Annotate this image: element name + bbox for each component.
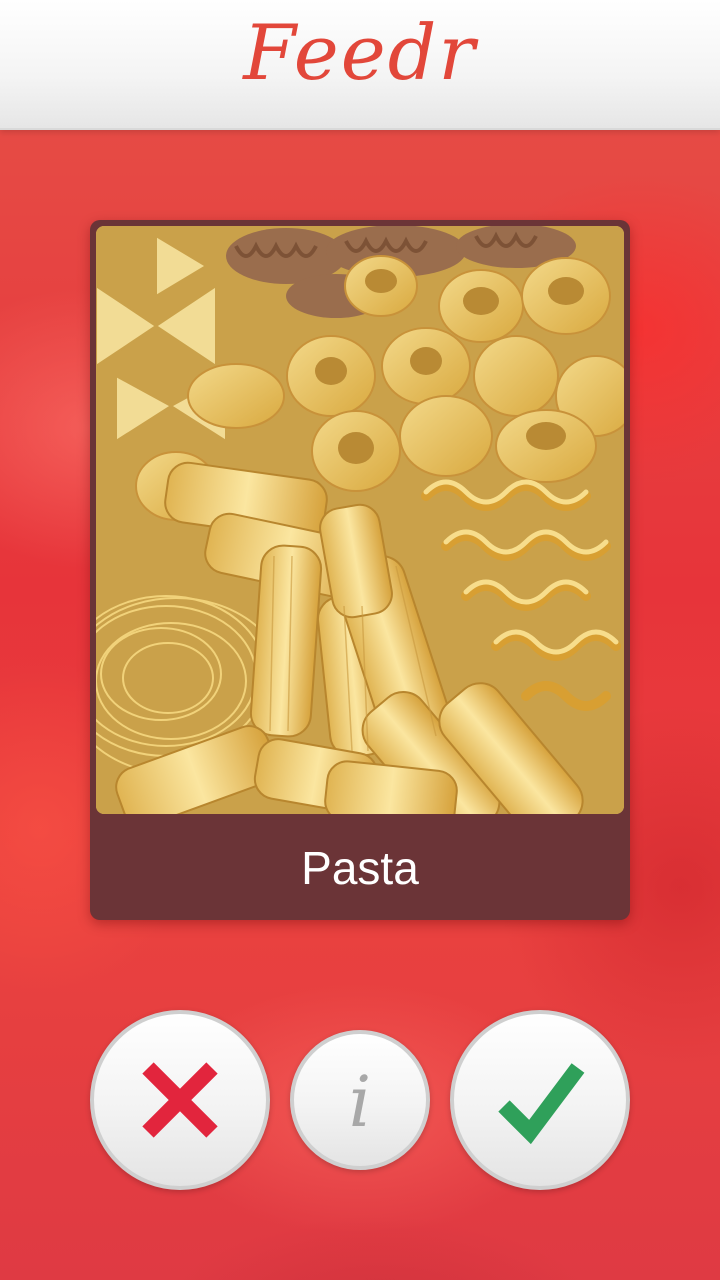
info-button[interactable]: i	[290, 1030, 430, 1170]
close-icon	[142, 1062, 218, 1138]
checkmark-icon	[498, 1063, 585, 1145]
food-card[interactable]: Pasta	[90, 220, 630, 920]
food-photo	[96, 226, 624, 814]
pasta-photo	[96, 226, 624, 814]
info-icon: i	[349, 1061, 371, 1143]
reject-button[interactable]	[90, 1010, 270, 1190]
app-header: Feedr	[0, 0, 720, 130]
app-logo: Feedr	[243, 8, 477, 97]
accept-button[interactable]	[450, 1010, 630, 1190]
card-caption: Pasta	[301, 842, 419, 894]
info-label: i	[349, 1061, 371, 1143]
